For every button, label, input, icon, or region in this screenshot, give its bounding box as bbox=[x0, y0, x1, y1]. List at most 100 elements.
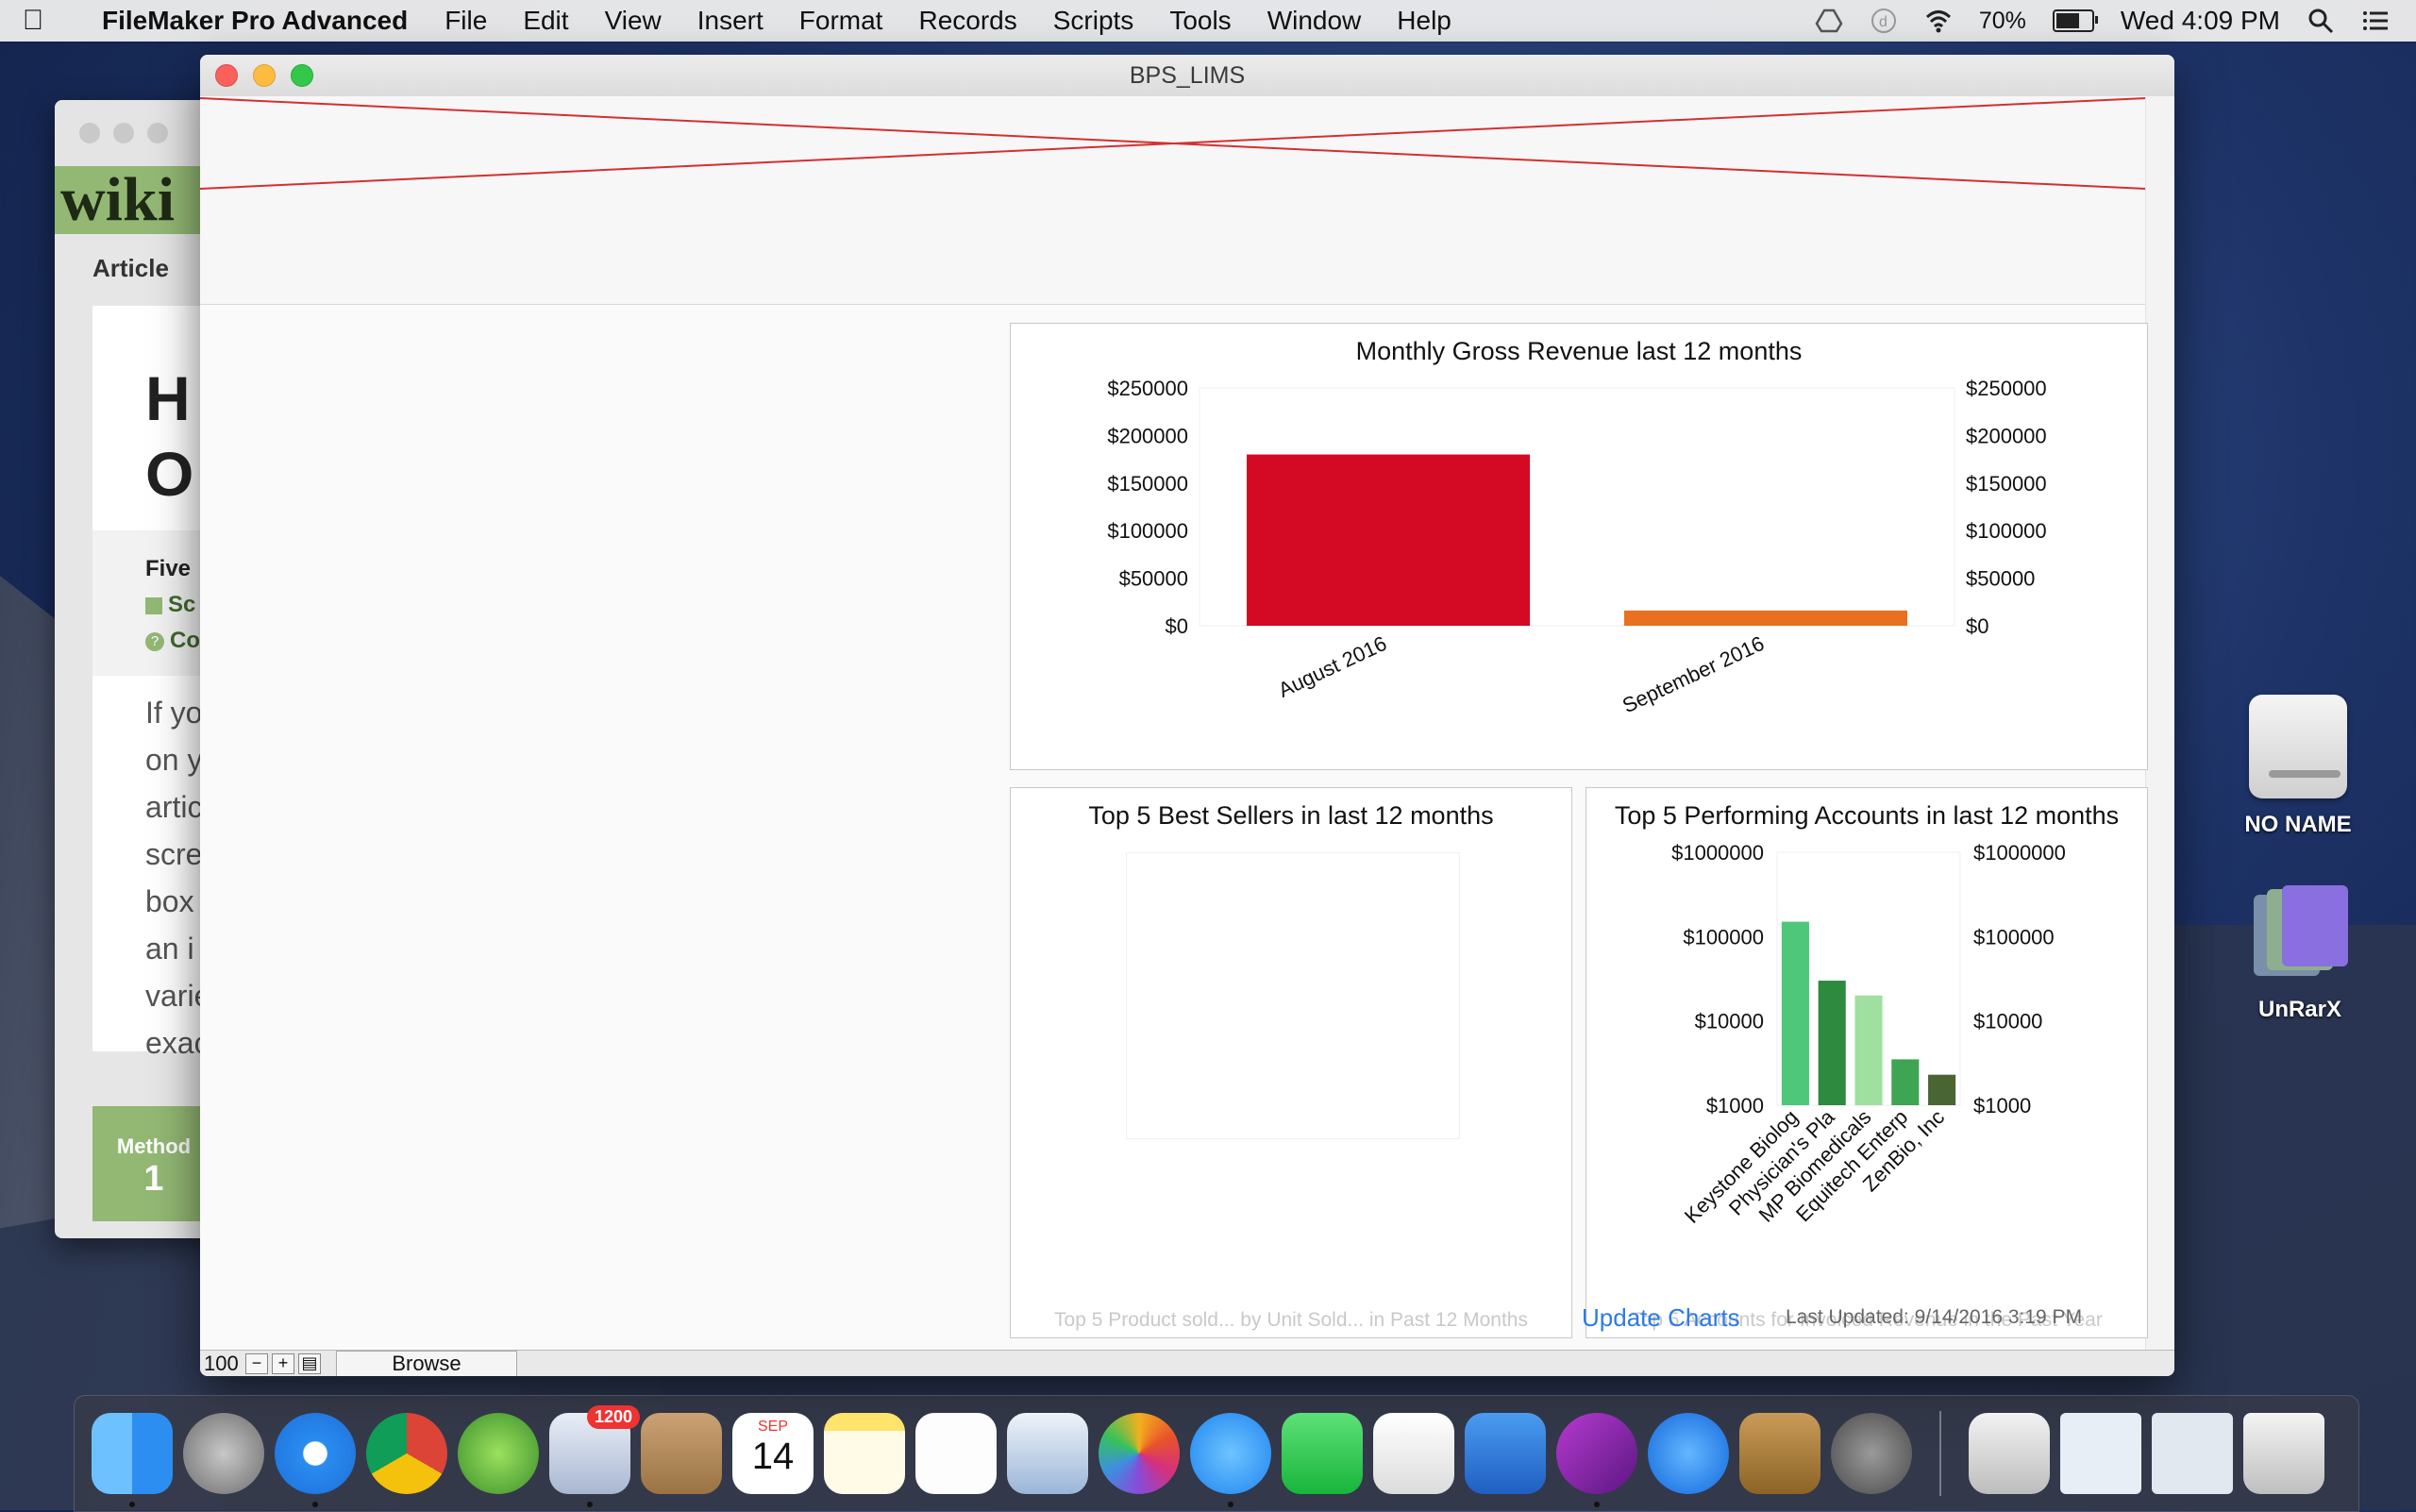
bar bbox=[1854, 995, 1883, 1105]
battery-percent: 70% bbox=[1978, 7, 2026, 34]
y-tick-label-left: $50000 bbox=[1119, 567, 1188, 591]
messages-icon[interactable] bbox=[1190, 1413, 1271, 1507]
square-bullet-icon bbox=[145, 596, 162, 614]
keynote-icon[interactable] bbox=[1465, 1413, 1546, 1494]
revenue-chart: $0 $0 $50000 $50000 $100000 $100000 $150000 $15… bbox=[1107, 377, 2047, 717]
best-sellers-chart-footer: Top 5 Product sold... by Unit Sold... in… bbox=[1054, 1309, 1528, 1331]
menu-tools[interactable]: Tools bbox=[1169, 6, 1231, 36]
menu-window[interactable]: Window bbox=[1267, 6, 1362, 36]
status-toolbar: 100 − + ▤ Browse bbox=[200, 1350, 2174, 1376]
y-tick-label-left: $0 bbox=[1166, 614, 1188, 638]
x-tick-label: September 2016 bbox=[1619, 631, 1768, 717]
chrome-icon[interactable] bbox=[366, 1413, 447, 1494]
dashlane-icon[interactable]: d bbox=[1870, 7, 1898, 35]
y-tick-label-right: $50000 bbox=[1966, 567, 2035, 591]
downloads-folder-icon[interactable] bbox=[1969, 1413, 2050, 1494]
y-tick-label-right: $150000 bbox=[1966, 472, 2047, 496]
menu-bar:  FileMaker Pro Advanced File Edit View … bbox=[0, 0, 2416, 42]
spotlight-search-icon[interactable] bbox=[2307, 7, 2335, 35]
notification-center-icon[interactable] bbox=[2361, 7, 2390, 35]
close-button[interactable] bbox=[79, 123, 100, 143]
desktop-icon-no-name[interactable]: NO NAME bbox=[2227, 695, 2369, 838]
y-tick-label-left: $150000 bbox=[1107, 472, 1188, 496]
minimize-button[interactable] bbox=[253, 64, 276, 87]
filemaker-window[interactable]: BPS_LIMS Monthly Gross Revenue last 12 m… bbox=[200, 55, 2174, 1376]
finder-icon[interactable] bbox=[92, 1413, 173, 1507]
app-menu[interactable]: FileMaker Pro Advanced bbox=[102, 6, 408, 36]
menu-records[interactable]: Records bbox=[918, 6, 1016, 36]
zoom-in-button[interactable]: + bbox=[272, 1353, 294, 1374]
vertical-scrollbar[interactable] bbox=[2145, 96, 2174, 1359]
launchpad-icon[interactable] bbox=[183, 1413, 264, 1494]
menu-edit[interactable]: Edit bbox=[523, 6, 568, 36]
dock: 1200 SEP 14 bbox=[74, 1395, 2359, 1512]
filemaker-dock-icon[interactable] bbox=[1556, 1413, 1637, 1507]
menu-scripts[interactable]: Scripts bbox=[1053, 6, 1134, 36]
question-circle-icon: ? bbox=[145, 631, 164, 651]
menu-insert[interactable]: Insert bbox=[697, 6, 763, 36]
bar bbox=[1624, 610, 1907, 626]
archive-utility-icon[interactable] bbox=[1739, 1413, 1820, 1494]
missing-image-placeholder bbox=[200, 96, 2147, 305]
y-tick-label-right: $1000000 bbox=[1973, 841, 2066, 865]
menu-file[interactable]: File bbox=[445, 6, 487, 36]
y-tick-label-left: $100000 bbox=[1107, 519, 1188, 543]
toggle-toolbar-button[interactable]: ▤ bbox=[298, 1353, 321, 1374]
window-title: BPS_LIMS bbox=[1129, 61, 1246, 89]
y-tick-label-right: $250000 bbox=[1966, 377, 2047, 400]
notes-icon[interactable] bbox=[824, 1413, 905, 1494]
best-sellers-chart-title: Top 5 Best Sellers in last 12 months bbox=[1088, 801, 1494, 830]
y-tick-label-right: $100000 bbox=[1973, 925, 2055, 949]
svg-text:d: d bbox=[1879, 14, 1888, 30]
apple-menu-icon[interactable]:  bbox=[0, 5, 66, 37]
system-preferences-icon[interactable] bbox=[1831, 1413, 1912, 1494]
mail-app-icon[interactable]: 1200 bbox=[549, 1405, 640, 1507]
y-tick-label-left: $1000000 bbox=[1671, 841, 1764, 865]
update-charts-button[interactable]: Update Charts bbox=[1582, 1303, 1740, 1333]
unrarx-app-icon bbox=[2248, 883, 2352, 987]
photos-icon[interactable] bbox=[1099, 1413, 1180, 1494]
facetime-icon[interactable] bbox=[1282, 1413, 1363, 1494]
last-updated-text: Last Updated: 9/14/2016 3:19 PM bbox=[1786, 1306, 2083, 1328]
y-tick-label-left: $200000 bbox=[1107, 424, 1188, 447]
zoom-level[interactable]: 100 bbox=[200, 1352, 245, 1376]
desktop-icon-unrarx[interactable]: UnRarX bbox=[2229, 883, 2371, 1023]
documents-stack-icon[interactable] bbox=[2152, 1413, 2233, 1494]
y-tick-label-right: $0 bbox=[1966, 614, 1988, 638]
bar bbox=[1891, 1059, 1920, 1105]
wifi-icon[interactable] bbox=[1924, 7, 1953, 35]
calendar-icon[interactable]: SEP 14 bbox=[732, 1413, 814, 1494]
google-drive-icon[interactable] bbox=[1815, 7, 1843, 35]
window-titlebar[interactable]: BPS_LIMS bbox=[200, 55, 2174, 97]
y-tick-label-right: $200000 bbox=[1966, 424, 2047, 447]
zoom-button[interactable] bbox=[291, 64, 313, 87]
contacts-icon[interactable] bbox=[641, 1413, 722, 1494]
clock[interactable]: Wed 4:09 PM bbox=[2121, 6, 2280, 36]
mode-selector[interactable]: Browse bbox=[336, 1351, 517, 1376]
preview-icon[interactable] bbox=[1007, 1413, 1088, 1494]
numbers-icon[interactable] bbox=[1373, 1413, 1454, 1494]
menu-format[interactable]: Format bbox=[799, 6, 883, 36]
x-tick-label: August 2016 bbox=[1275, 631, 1391, 702]
method-tab[interactable]: Method 1 bbox=[92, 1106, 215, 1221]
battery-icon[interactable] bbox=[2052, 9, 2098, 32]
y-tick-label-right: $100000 bbox=[1966, 519, 2047, 543]
close-button[interactable] bbox=[215, 64, 238, 87]
accounts-chart: $1000 $1000 $10000 $10000 $100000 $100000 $100… bbox=[1671, 841, 2066, 1228]
zoom-out-button[interactable]: − bbox=[245, 1353, 268, 1374]
vpn-globe-icon[interactable] bbox=[458, 1413, 539, 1494]
app-store-icon[interactable] bbox=[1648, 1413, 1729, 1494]
menu-help[interactable]: Help bbox=[1397, 6, 1451, 36]
bar bbox=[1247, 454, 1530, 626]
menu-view[interactable]: View bbox=[605, 6, 662, 36]
mail-badge: 1200 bbox=[586, 1405, 640, 1429]
bar bbox=[1781, 921, 1809, 1105]
reminders-icon[interactable] bbox=[915, 1413, 997, 1494]
zoom-button[interactable] bbox=[147, 123, 168, 143]
best-sellers-plot-area bbox=[1126, 852, 1460, 1139]
safari-icon[interactable] bbox=[275, 1413, 356, 1507]
minimize-button[interactable] bbox=[113, 123, 134, 143]
screenshot-stack-icon[interactable] bbox=[2060, 1413, 2141, 1494]
trash-icon[interactable] bbox=[2243, 1413, 2324, 1494]
y-tick-label-left: $1000 bbox=[1706, 1094, 1764, 1117]
